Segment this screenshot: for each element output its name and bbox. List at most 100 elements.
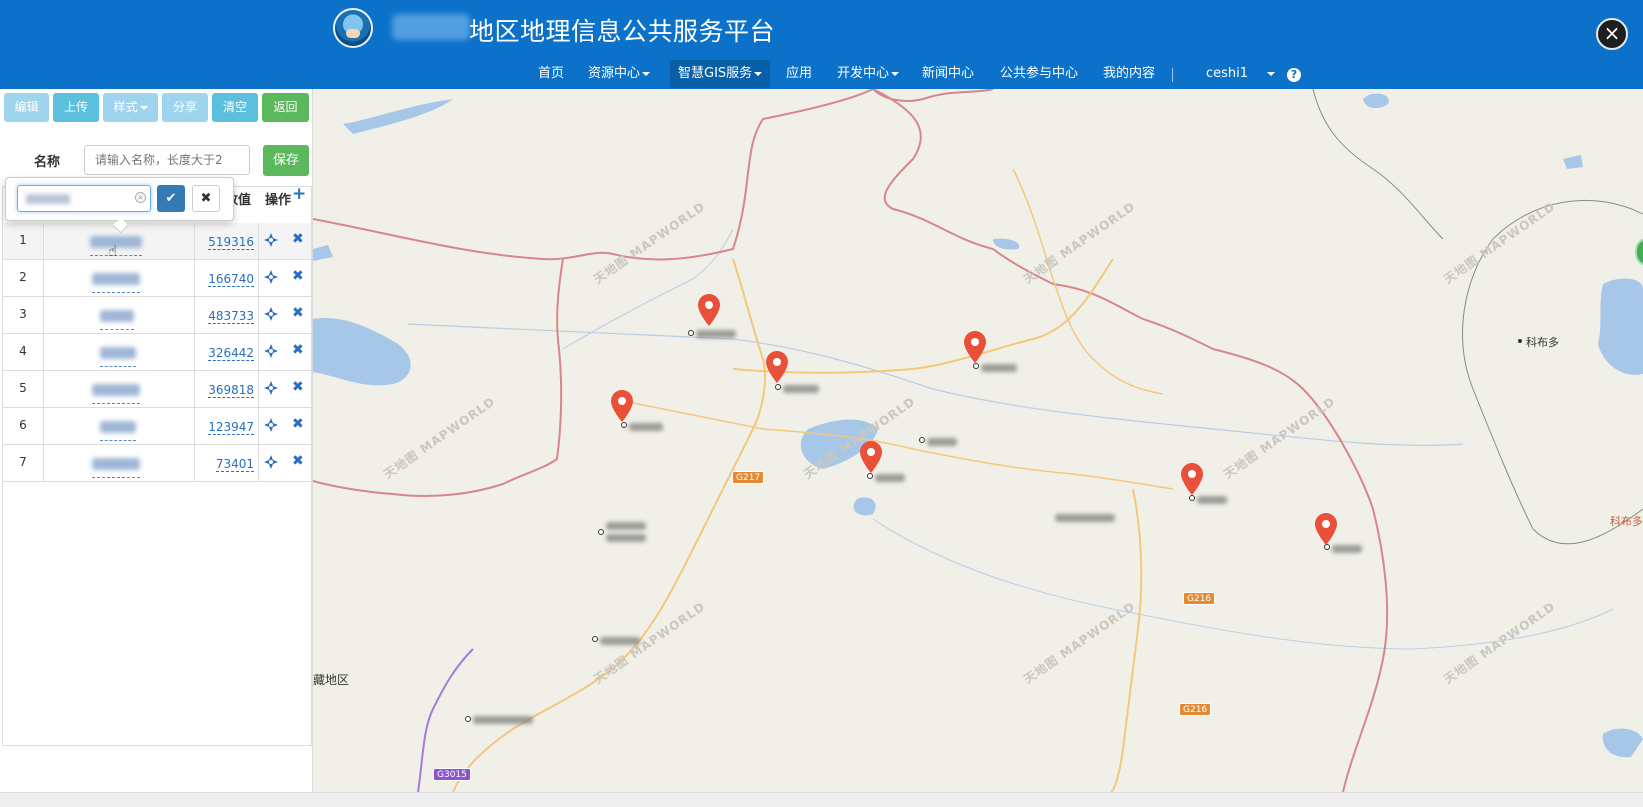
row-name[interactable] (45, 445, 195, 481)
map-marker-pin-icon[interactable] (698, 294, 720, 326)
name-input[interactable] (84, 145, 250, 175)
road-sign: G216 (1183, 592, 1216, 605)
inline-edit-popover: × ✔ ✖ (5, 177, 234, 221)
share-button[interactable]: 分享 (162, 93, 208, 122)
delete-icon[interactable]: ✖ (292, 379, 304, 395)
check-icon: ✔ (165, 191, 177, 206)
locate-icon[interactable] (264, 344, 278, 358)
delete-icon[interactable]: ✖ (292, 453, 304, 469)
map-marker-pin-icon[interactable] (964, 331, 986, 363)
close-icon: ✖ (200, 191, 212, 206)
nav-dev-center[interactable]: 开发中心 (829, 60, 907, 88)
blurred-place-label (981, 364, 1017, 372)
blurred-place-label (696, 330, 736, 338)
back-button[interactable]: 返回 (262, 93, 309, 122)
road-sign: G216 (1179, 703, 1212, 716)
title-region-blur (392, 14, 470, 40)
locate-icon[interactable] (264, 381, 278, 395)
delete-icon[interactable]: ✖ (292, 231, 304, 247)
chevron-down-icon (139, 105, 148, 110)
map-marker-pin-icon[interactable] (766, 351, 788, 383)
delete-icon[interactable]: ✖ (292, 268, 304, 284)
chevron-down-icon (891, 71, 900, 76)
row-name[interactable] (45, 371, 195, 407)
upload-button[interactable]: 上传 (53, 93, 99, 122)
horizontal-scrollbar[interactable] (0, 792, 1643, 807)
blurred-place-label (927, 438, 957, 446)
row-index: 3 (3, 297, 44, 333)
place-dot (688, 330, 694, 336)
map-view[interactable]: 天地图 MAPWORLD 天地图 MAPWORLD 天地图 MAPWORLD 天… (313, 89, 1643, 792)
blurred-region-label (1055, 514, 1115, 522)
nav-my-content[interactable]: 我的内容 (1095, 60, 1163, 88)
clear-input-icon[interactable]: × (135, 192, 146, 203)
row-name[interactable] (45, 408, 195, 444)
map-marker-pin-icon[interactable] (611, 390, 633, 422)
locate-icon[interactable] (264, 307, 278, 321)
column-header-actions: 操作 (265, 193, 292, 208)
nav-resource-center[interactable]: 资源中心 (580, 60, 658, 88)
row-name[interactable] (45, 297, 195, 333)
blurred-place-label (606, 522, 646, 530)
help-icon[interactable]: ? (1287, 68, 1301, 82)
row-name[interactable] (45, 334, 195, 370)
blurred-input-text (26, 194, 70, 204)
map-marker-pin-icon[interactable] (1181, 463, 1203, 495)
delete-icon[interactable]: ✖ (292, 342, 304, 358)
table-row[interactable]: 3 483733 ✖ (3, 297, 311, 334)
locate-icon[interactable] (264, 270, 278, 284)
place-label: 科布多 (1526, 336, 1559, 349)
style-button[interactable]: 样式 (103, 93, 158, 122)
add-row-icon[interactable]: + (292, 184, 306, 204)
nav-smart-gis[interactable]: 智慧GIS服务 (670, 60, 771, 88)
nav-news-center[interactable]: 新闻中心 (914, 60, 982, 88)
nav-home[interactable]: 首页 (530, 60, 572, 88)
place-dot (919, 437, 925, 443)
nav-apps[interactable]: 应用 (778, 60, 820, 88)
row-value[interactable]: 326442 (196, 334, 259, 370)
locate-icon[interactable] (264, 233, 278, 247)
place-dot (598, 529, 604, 535)
place-dot (1518, 339, 1522, 343)
table-row[interactable]: 7 73401 ✖ (3, 445, 311, 482)
table-row[interactable]: 5 369818 ✖ (3, 371, 311, 408)
table-row[interactable]: 2 166740 ✖ (3, 260, 311, 297)
row-index: 5 (3, 371, 44, 407)
table-row[interactable]: 4 326442 ✖ (3, 334, 311, 371)
confirm-edit-button[interactable]: ✔ (157, 185, 185, 212)
road-sign: G217 (732, 471, 765, 484)
table-row[interactable]: 1 519316 ✖ (3, 223, 311, 260)
edit-name-input[interactable]: × (17, 185, 151, 212)
name-label: 名称 (34, 155, 61, 170)
row-value[interactable]: 483733 (196, 297, 259, 333)
map-marker-pin-icon[interactable] (1315, 513, 1337, 545)
cancel-edit-button[interactable]: ✖ (192, 185, 220, 212)
row-name[interactable] (45, 260, 195, 296)
row-value[interactable]: 123947 (196, 408, 259, 444)
nav-public-participation[interactable]: 公共参与中心 (992, 60, 1086, 88)
row-value[interactable]: 369818 (196, 371, 259, 407)
edit-button[interactable]: 编辑 (4, 93, 49, 122)
close-button[interactable]: × (1596, 18, 1628, 50)
row-value[interactable]: 519316 (196, 223, 259, 259)
table-row[interactable]: 6 123947 ✖ (3, 408, 311, 445)
page-title: 地区地理信息公共服务平台 (469, 17, 776, 46)
clear-button[interactable]: 清空 (212, 93, 258, 122)
blurred-place-label (1197, 496, 1227, 504)
map-base-layer (313, 89, 1643, 792)
road-sign: G3015 (433, 768, 471, 781)
save-button[interactable]: 保存 (263, 145, 309, 176)
user-menu[interactable]: ceshi1 (1198, 60, 1283, 88)
delete-icon[interactable]: ✖ (292, 305, 304, 321)
blurred-place-label (600, 637, 640, 645)
map-marker-pin-icon[interactable] (860, 441, 882, 473)
delete-icon[interactable]: ✖ (292, 416, 304, 432)
locate-icon[interactable] (264, 455, 278, 469)
row-value[interactable]: 73401 (196, 445, 259, 481)
region-label: 藏地区 (313, 673, 350, 687)
locate-icon[interactable] (264, 418, 278, 432)
row-index: 7 (3, 445, 44, 481)
row-index: 2 (3, 260, 44, 296)
row-index: 1 (3, 223, 44, 259)
row-value[interactable]: 166740 (196, 260, 259, 296)
